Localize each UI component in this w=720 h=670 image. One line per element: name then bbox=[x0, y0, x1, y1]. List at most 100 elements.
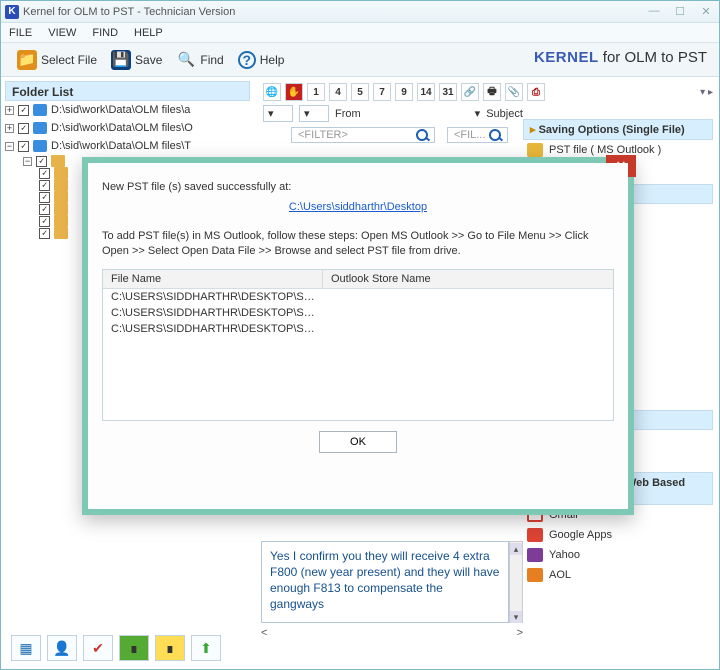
from-sort-icon[interactable]: ▾ bbox=[475, 107, 481, 120]
strip-btn-5[interactable]: 5 bbox=[351, 83, 369, 101]
strip-hand-icon[interactable]: ✋ bbox=[285, 83, 303, 101]
save-option-googleapps[interactable]: Google Apps bbox=[523, 525, 713, 545]
from-label: From bbox=[335, 108, 363, 120]
find-button[interactable]: 🔍 Find bbox=[170, 48, 229, 72]
tree-item[interactable]: +D:\sid\work\Data\OLM files\a bbox=[5, 101, 245, 119]
window-title: Kernel for OLM to PST - Technician Versi… bbox=[23, 6, 645, 18]
folder-icon bbox=[54, 167, 68, 179]
save-button[interactable]: 💾 Save bbox=[105, 48, 168, 72]
help-label: Help bbox=[260, 53, 285, 67]
titlebar: K Kernel for OLM to PST - Technician Ver… bbox=[1, 1, 719, 23]
save-option-aol[interactable]: AOL bbox=[523, 565, 713, 585]
menu-file[interactable]: FILE bbox=[9, 27, 32, 39]
find-label: Find bbox=[200, 53, 223, 67]
ok-button[interactable]: OK bbox=[319, 431, 397, 453]
aol-icon bbox=[527, 568, 543, 582]
find-icon: 🔍 bbox=[176, 50, 196, 70]
tree-item[interactable]: −D:\sid\work\Data\OLM files\T bbox=[5, 137, 245, 155]
checkbox[interactable] bbox=[39, 180, 50, 191]
expand-icon[interactable]: + bbox=[5, 106, 14, 115]
strip-print-icon[interactable]: 🖶 bbox=[483, 83, 501, 101]
brand-text: KERNEL for OLM to PST bbox=[534, 49, 707, 66]
collapse-icon[interactable]: − bbox=[5, 142, 14, 151]
subject-filter-input[interactable]: <FIL... bbox=[447, 127, 509, 143]
prev-arrow[interactable]: < bbox=[261, 627, 267, 641]
table-row[interactable]: C:\USERS\SIDDHARTHR\DESKTOP\SA... bbox=[103, 321, 323, 337]
select-file-label: Select File bbox=[41, 53, 97, 67]
yahoo-icon bbox=[527, 548, 543, 562]
bottom-tasks-icon[interactable]: ✔ bbox=[83, 635, 113, 661]
strip-btn-1[interactable]: 1 bbox=[307, 83, 325, 101]
filter-dropdown-2[interactable]: ▾ bbox=[299, 105, 329, 122]
menu-find[interactable]: FIND bbox=[92, 27, 118, 39]
drive-icon bbox=[33, 140, 47, 152]
bottom-calendar-icon[interactable]: ▦ bbox=[11, 635, 41, 661]
brand-rest: for OLM to PST bbox=[599, 49, 707, 66]
checkbox[interactable] bbox=[36, 156, 47, 167]
scroll-up-icon[interactable]: ▴ bbox=[510, 543, 522, 555]
filter-inputs: <FILTER> <FIL... bbox=[291, 127, 508, 143]
checkbox[interactable] bbox=[18, 141, 29, 152]
strip-pdf-icon[interactable]: ⎙ bbox=[527, 83, 545, 101]
drive-icon bbox=[33, 104, 47, 116]
brand-bold: KERNEL bbox=[534, 49, 599, 66]
next-arrow[interactable]: > bbox=[517, 627, 523, 641]
maximize-button[interactable]: ☐ bbox=[671, 5, 689, 18]
checkbox[interactable] bbox=[39, 192, 50, 203]
bottom-contact-icon[interactable]: 👤 bbox=[47, 635, 77, 661]
close-window-button[interactable]: ✕ bbox=[697, 5, 715, 18]
strip-globe-icon[interactable]: 🌐 bbox=[263, 83, 281, 101]
strip-chain-icon[interactable]: 🔗 bbox=[461, 83, 479, 101]
pst-icon bbox=[527, 143, 543, 157]
checkbox[interactable] bbox=[39, 228, 50, 239]
strip-attach-icon[interactable]: 📎 bbox=[505, 83, 523, 101]
collapse-icon[interactable]: − bbox=[23, 157, 32, 166]
table-row[interactable]: C:\USERS\SIDDHARTHR\DESKTOP\SA... bbox=[103, 289, 323, 305]
window-controls: — ☐ ✕ bbox=[645, 5, 715, 18]
folder-icon bbox=[54, 179, 68, 191]
expand-icon[interactable]: + bbox=[5, 124, 14, 133]
search-icon bbox=[489, 129, 501, 141]
dialog-instructions: To add PST file(s) in MS Outlook, follow… bbox=[102, 229, 614, 259]
bottom-up-icon[interactable]: ⬆ bbox=[191, 635, 221, 661]
filter-dropdown-1[interactable]: ▾ bbox=[263, 105, 293, 122]
checkbox[interactable] bbox=[39, 216, 50, 227]
checkbox[interactable] bbox=[18, 105, 29, 116]
save-icon: 💾 bbox=[111, 50, 131, 70]
menu-view[interactable]: VIEW bbox=[48, 27, 76, 39]
col-file-name[interactable]: File Name bbox=[103, 270, 323, 288]
saved-path-link[interactable]: C:\Users\siddharthr\Desktop bbox=[102, 201, 614, 213]
strip-btn-31[interactable]: 31 bbox=[439, 83, 457, 101]
checkbox[interactable] bbox=[39, 168, 50, 179]
strip-btn-7[interactable]: 7 bbox=[373, 83, 391, 101]
help-button[interactable]: ? Help bbox=[232, 49, 291, 71]
select-file-button[interactable]: 📁 Select File bbox=[11, 48, 103, 72]
strip-btn-4[interactable]: 4 bbox=[329, 83, 347, 101]
menu-help[interactable]: HELP bbox=[134, 27, 163, 39]
save-option-yahoo[interactable]: Yahoo bbox=[523, 545, 713, 565]
table-row[interactable]: C:\USERS\SIDDHARTHR\DESKTOP\SA... bbox=[103, 305, 323, 321]
folder-list-header: Folder List bbox=[5, 81, 250, 101]
folder-icon bbox=[51, 155, 65, 167]
panel-collapse-toggle[interactable]: ▾ ▸ bbox=[700, 87, 713, 98]
tree-item-label: D:\sid\work\Data\OLM files\O bbox=[51, 119, 193, 137]
from-filter-input[interactable]: <FILTER> bbox=[291, 127, 435, 143]
tree-item[interactable]: + D:\sid\work\Data\OLM files\O bbox=[5, 119, 245, 137]
menubar: FILE VIEW FIND HELP bbox=[1, 23, 719, 43]
strip-btn-14[interactable]: 14 bbox=[417, 83, 435, 101]
checkbox[interactable] bbox=[39, 204, 50, 215]
col-store-name[interactable]: Outlook Store Name bbox=[323, 270, 613, 288]
folder-icon bbox=[54, 215, 68, 227]
checkbox[interactable] bbox=[18, 123, 29, 134]
scroll-down-icon[interactable]: ▾ bbox=[510, 611, 522, 623]
bottom-sticky-icon[interactable]: ∎ bbox=[155, 635, 185, 661]
from-filter-placeholder: <FILTER> bbox=[298, 129, 348, 141]
bottom-notes-icon[interactable]: ∎ bbox=[119, 635, 149, 661]
preview-scrollbar[interactable]: ▴ ▾ bbox=[509, 541, 523, 623]
message-preview-text: Yes I confirm you they will receive 4 ex… bbox=[270, 549, 499, 611]
strip-btn-9[interactable]: 9 bbox=[395, 83, 413, 101]
minimize-button[interactable]: — bbox=[645, 5, 663, 18]
filter-row: ▾ ▾ From ▾ Subject bbox=[263, 105, 525, 122]
saving-options-single-header: ▸ Saving Options (Single File) bbox=[523, 119, 713, 140]
table-header: File Name Outlook Store Name bbox=[103, 270, 613, 289]
